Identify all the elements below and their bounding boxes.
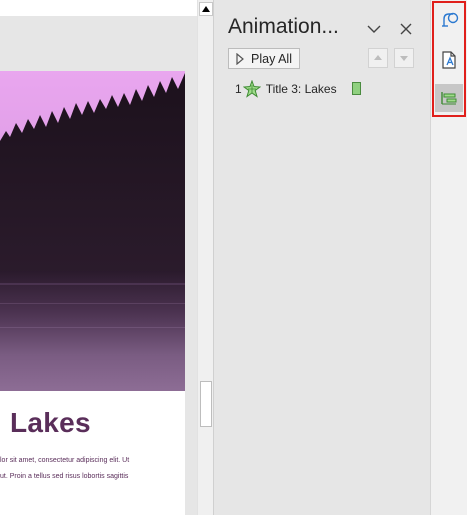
move-earlier-button[interactable]: [368, 48, 388, 68]
rail-highlight-box: [432, 1, 466, 117]
move-later-button[interactable]: [394, 48, 414, 68]
slide-body-text[interactable]: lor sit amet, consectetur adipiscing eli…: [0, 453, 180, 485]
pane-title: Animation...: [228, 15, 339, 38]
animation-list-item[interactable]: 1 Title 3: Lakes: [235, 79, 425, 99]
close-icon: [400, 23, 412, 35]
animation-item-label: Title 3: Lakes: [265, 82, 337, 96]
vertical-scrollbar[interactable]: [197, 0, 214, 515]
forest-lake-image: [0, 71, 185, 391]
chevron-down-icon: [367, 25, 381, 33]
slide[interactable]: Lakes lor sit amet, consectetur adipisci…: [0, 71, 185, 515]
animation-timing-bar[interactable]: [352, 82, 361, 95]
slide-title[interactable]: Lakes: [10, 407, 91, 439]
scroll-up-button[interactable]: [199, 2, 213, 16]
slide-canvas[interactable]: Lakes lor sit amet, consectetur adipisci…: [0, 0, 197, 515]
animation-order-number: 1: [235, 82, 242, 96]
close-pane-button[interactable]: [396, 19, 416, 39]
pane-options-button[interactable]: [364, 19, 384, 39]
play-all-button[interactable]: Play All: [228, 48, 300, 69]
play-all-label: Play All: [251, 51, 292, 66]
triangle-down-icon: [400, 56, 408, 61]
slide-photo[interactable]: [0, 71, 185, 391]
task-pane-rail: [430, 0, 467, 515]
emphasis-star-icon: [242, 80, 261, 98]
slide-body-line: ut. Proin a tellus sed risus lobortis sa…: [0, 473, 129, 480]
play-icon: [236, 52, 244, 65]
canvas-top-strip: [0, 0, 197, 16]
scroll-thumb[interactable]: [200, 381, 212, 427]
animation-pane: Animation... Play All 1 Title 3: Lakes: [215, 0, 430, 515]
slide-body-line: lor sit amet, consectetur adipiscing eli…: [0, 457, 130, 464]
triangle-up-icon: [202, 6, 210, 12]
triangle-up-icon: [374, 55, 382, 60]
